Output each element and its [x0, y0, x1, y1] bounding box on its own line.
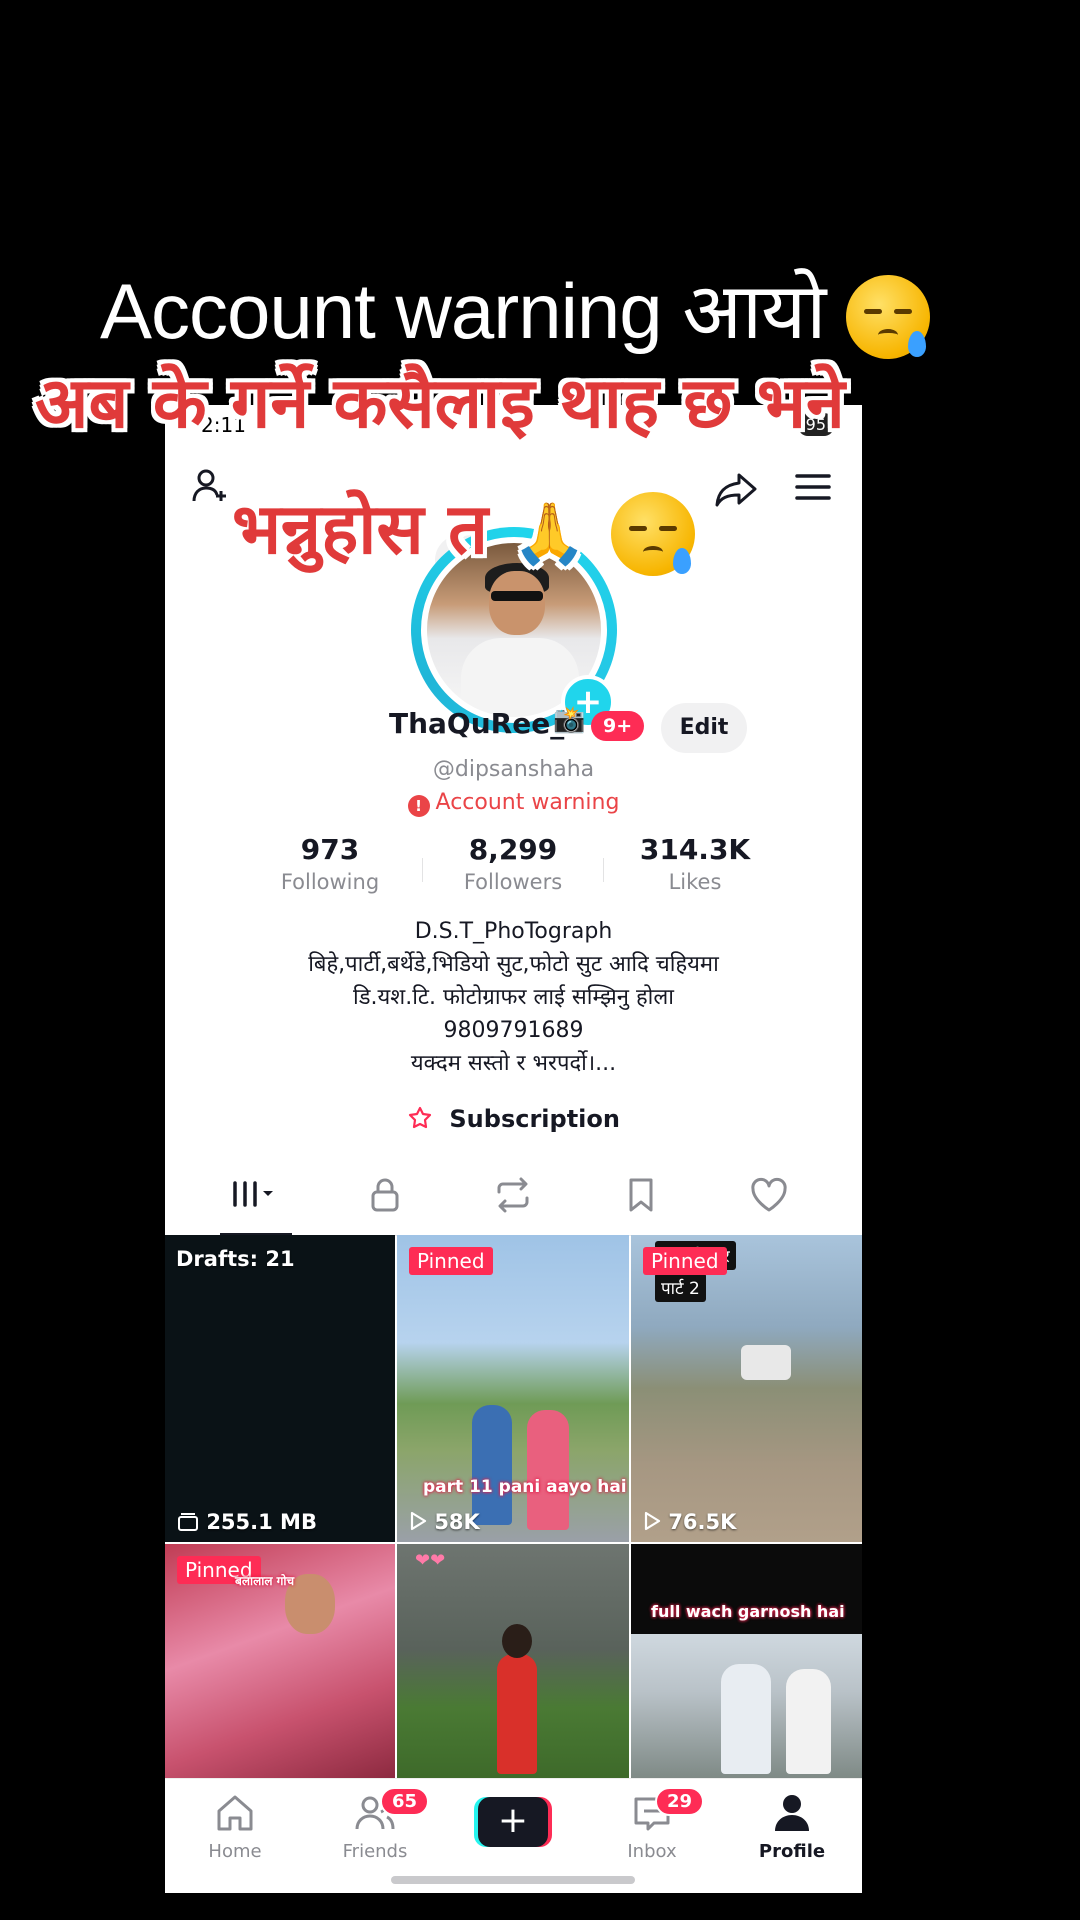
play-icon — [644, 1511, 661, 1531]
overlay-caption-1: Account warning आयो — [100, 255, 931, 361]
video-tile[interactable]: full wach garnosh hai — [631, 1544, 862, 1778]
phone-screen: 2:11 95 pme fia + ThaQuRee_ 📸 9+ Edit @d… — [165, 405, 862, 1893]
stat-following[interactable]: 973 Following — [240, 833, 420, 894]
tab-reposts[interactable] — [483, 1175, 543, 1215]
heart-icon — [751, 1177, 787, 1212]
stat-followers[interactable]: 8,299 Followers — [423, 833, 603, 894]
view-count: 76.5K — [643, 1510, 736, 1534]
subscription-button[interactable]: Subscription — [165, 1105, 862, 1133]
bookmark-icon — [629, 1178, 653, 1212]
overlay-caption-1-text: Account warning आयो — [100, 267, 826, 355]
bio-line: बिहे,पार्टी,बर्थेडे,भिडियो सुट,फोटो सुट … — [308, 952, 719, 977]
video-tile[interactable]: Pinned part 11 pani aayo hai 58K — [397, 1235, 629, 1542]
user-handle: @dipsanshaha — [432, 757, 595, 782]
subscription-star-icon — [407, 1105, 441, 1133]
nav-friends-label: Friends — [342, 1841, 408, 1862]
stat-divider — [603, 858, 604, 882]
overlay-caption-2: अब के गर्ने कसैलाइ थाह छ भने — [35, 362, 845, 444]
overlay-caption-3-text: भन्नुहोस त — [232, 488, 488, 570]
friends-badge: 65 — [380, 1787, 430, 1816]
drafts-tile[interactable]: Drafts: 21 255.1 MB — [165, 1235, 395, 1542]
content-tabs — [165, 1165, 862, 1236]
sad-crying-face-icon-2 — [611, 491, 696, 576]
drafts-size-text: 255.1 MB — [206, 1510, 317, 1534]
home-indicator — [391, 1876, 635, 1884]
tab-liked[interactable] — [739, 1175, 799, 1215]
view-count: 58K — [409, 1510, 480, 1534]
hearts-icon: ❤❤ — [415, 1550, 446, 1571]
tab-videos[interactable] — [225, 1175, 285, 1215]
alert-icon: ! — [407, 795, 430, 817]
video-caption: full wach garnosh hai — [651, 1602, 845, 1621]
drafts-size: 255.1 MB — [177, 1510, 317, 1534]
stat-followers-value: 8,299 — [468, 833, 558, 866]
repost-icon — [497, 1177, 529, 1213]
lock-icon — [371, 1178, 399, 1212]
bio-line: यक्दम सस्तो र भरपर्दो।... — [410, 1051, 617, 1076]
video-tag: बलालाल गोच — [235, 1574, 295, 1588]
profile-icon — [775, 1795, 809, 1831]
create-button[interactable]: + — [474, 1797, 552, 1847]
overlay-caption-3: भन्नुहोस त 🙏 — [232, 478, 696, 576]
nav-inbox[interactable]: Inbox 29 — [597, 1787, 707, 1862]
profile-bio[interactable]: D.S.T_PhoTograph बिहे,पार्टी,बर्थेडे,भिड… — [165, 915, 862, 1080]
nav-home[interactable]: Home — [180, 1791, 290, 1862]
video-grid: Drafts: 21 255.1 MB Pinned part 11 pani … — [165, 1235, 862, 1778]
camera-icon: 📸 — [553, 705, 586, 735]
storage-icon — [178, 1513, 198, 1531]
notification-badge[interactable]: 9+ — [591, 711, 645, 741]
nav-profile-label: Profile — [758, 1841, 826, 1862]
plus-icon: + — [478, 1797, 548, 1847]
share-icon[interactable] — [713, 465, 761, 517]
edit-profile-button[interactable]: Edit — [661, 703, 747, 753]
stat-following-label: Following — [280, 870, 380, 894]
tab-private[interactable] — [355, 1175, 415, 1215]
view-count-text: 58K — [434, 1510, 480, 1534]
add-friend-icon[interactable] — [189, 465, 233, 513]
stat-followers-label: Followers — [463, 870, 563, 894]
bio-line: डि.यश.टि. फोटोग्राफर लाई सम्झिनु होला — [353, 985, 674, 1010]
stat-likes[interactable]: 314.3K Likes — [605, 833, 785, 894]
video-caption: part 11 pani aayo hai — [423, 1477, 627, 1497]
account-warning-link[interactable]: ! Account warning — [165, 790, 862, 817]
stat-likes-label: Likes — [668, 870, 722, 894]
subscription-label: Subscription — [449, 1105, 620, 1133]
account-warning-text: Account warning — [435, 790, 620, 815]
view-count-text: 76.5K — [668, 1510, 737, 1534]
folded-hands-icon: 🙏 — [512, 499, 588, 570]
sad-crying-face-icon — [846, 275, 931, 360]
nav-home-label: Home — [208, 1841, 262, 1862]
pinned-badge: Pinned — [409, 1247, 493, 1275]
home-icon — [217, 1795, 253, 1831]
menu-icon[interactable] — [791, 465, 835, 513]
display-name: ThaQuRee_ — [389, 707, 565, 740]
videos-grid-icon — [233, 1181, 273, 1207]
bio-line: D.S.T_PhoTograph — [414, 919, 613, 944]
play-icon — [410, 1511, 427, 1531]
video-tile[interactable]: खुवायो यार पार्ट 2 Pinned 76.5K — [631, 1235, 862, 1542]
nav-friends[interactable]: Friends 65 — [320, 1787, 430, 1862]
stat-following-value: 973 — [300, 833, 360, 866]
nav-profile[interactable]: Profile — [737, 1791, 847, 1862]
tab-saved[interactable] — [611, 1175, 671, 1215]
drafts-count: Drafts: 21 — [176, 1247, 295, 1271]
video-tile[interactable]: Pinned बलालाल गोच — [165, 1544, 395, 1778]
bottom-nav: Home Friends 65 + Inbox 29 Profile — [165, 1778, 862, 1893]
profile-stats: 973 Following 8,299 Followers 314.3K Lik… — [165, 833, 862, 903]
video-tag: पार्ट 2 — [655, 1273, 706, 1302]
stat-likes-value: 314.3K — [639, 833, 751, 866]
video-tile[interactable]: ❤❤ — [397, 1544, 629, 1778]
nav-inbox-label: Inbox — [627, 1841, 677, 1862]
pinned-badge: Pinned — [643, 1247, 727, 1275]
inbox-badge: 29 — [655, 1787, 705, 1816]
bio-line: 9809791689 — [443, 1018, 584, 1043]
